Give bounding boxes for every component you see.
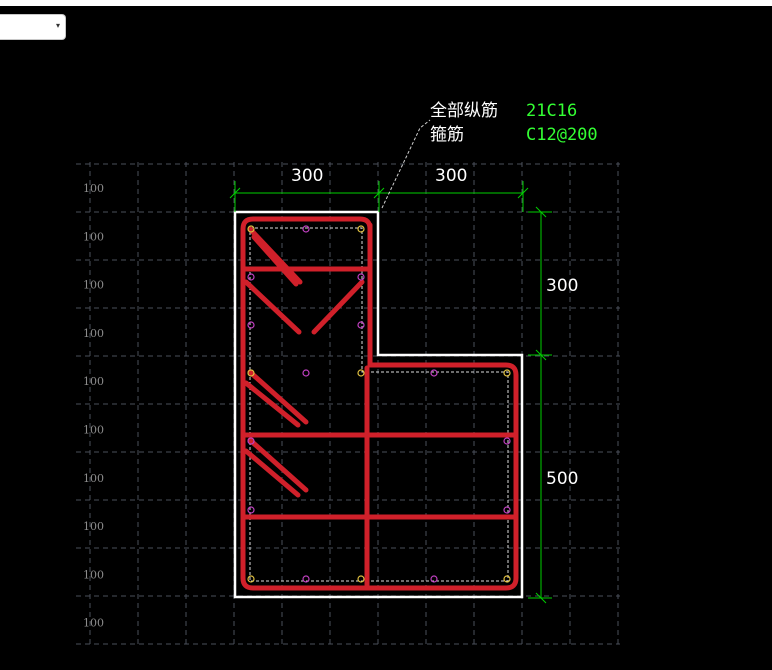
grid-row-label: 100: [83, 279, 104, 292]
bar: [430, 369, 438, 377]
hook-4a: [247, 437, 309, 493]
dimension-right: [528, 206, 552, 604]
bar: [302, 369, 310, 377]
grid-row-label: 100: [83, 472, 104, 485]
bar: [247, 506, 255, 514]
grid-row-labels: 100 100 100 100 100 100 100 100 100 100: [83, 182, 104, 630]
grid-row-label: 100: [83, 424, 104, 437]
bar: [357, 321, 365, 329]
grid-row-label: 100: [83, 568, 104, 581]
bar: [503, 437, 511, 445]
dim-right-lower: 500: [546, 469, 578, 489]
grid-row-label: 100: [83, 617, 104, 630]
bar-corner: [357, 225, 365, 233]
dim-top-left: 300: [291, 166, 323, 186]
grid-row-label: 100: [83, 230, 104, 243]
hook-2b: [311, 279, 365, 335]
bar: [357, 273, 365, 281]
section-drawing: 100 100 100 100 100 100 100 100 100 100 300 300 3…: [76, 101, 620, 645]
grid-row-label: 100: [83, 182, 104, 195]
dimension-top: [229, 181, 529, 212]
background-grid: [76, 162, 620, 645]
grid-row-label: 100: [83, 520, 104, 533]
longitudinal-label: 全部纵筋: [430, 101, 498, 121]
bar: [503, 506, 511, 514]
grid-row-label: 100: [83, 327, 104, 340]
hook-1a: [247, 226, 303, 285]
longitudinal-value: 21C16: [526, 101, 577, 121]
stirrup-value: C12@200: [526, 125, 598, 145]
bar: [302, 225, 310, 233]
stirrup-label: 箍筋: [430, 125, 464, 145]
bar-corner: [503, 369, 511, 377]
hook-3a: [247, 369, 309, 425]
dim-right-upper: 300: [546, 276, 578, 296]
bar: [247, 321, 255, 329]
grid-row-label: 100: [83, 375, 104, 388]
dim-top-right: 300: [435, 166, 467, 186]
bar-corner: [357, 369, 365, 377]
bar: [247, 273, 255, 281]
